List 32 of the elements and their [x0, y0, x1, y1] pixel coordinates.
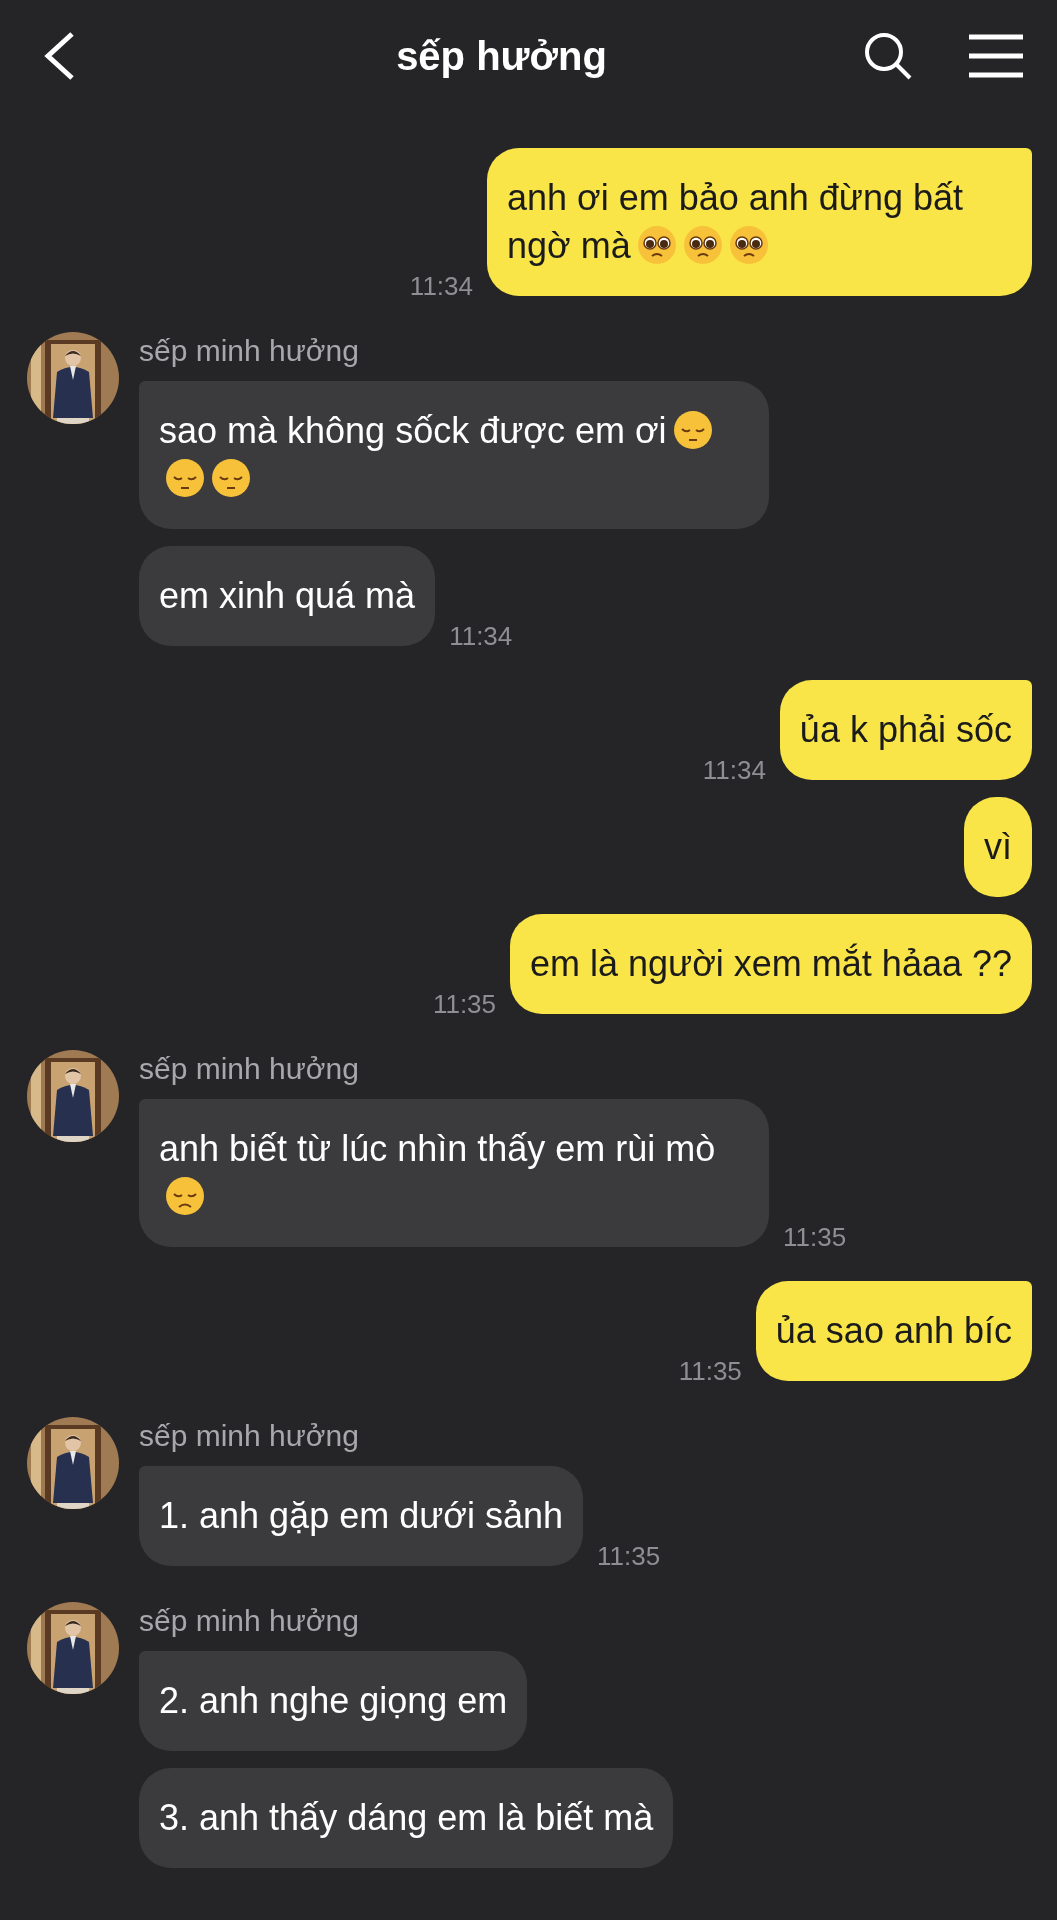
- timestamp: 11:34: [449, 621, 513, 652]
- pensive-face-icon: [672, 410, 713, 450]
- message-bubble: em là người xem mắt hảaa ??: [510, 914, 1032, 1014]
- pleading-face-icon: [728, 225, 769, 265]
- chat-title: sếp hưởng: [395, 33, 608, 79]
- message-bubble: 3. anh thấy dáng em là biết mà: [139, 1768, 674, 1868]
- timestamp: 11:35: [432, 989, 497, 1020]
- message-bubble: vì: [964, 797, 1032, 897]
- sender-name: sếp minh hưởng: [139, 1604, 359, 1638]
- message-bubble: ủa sao anh bíc: [755, 1281, 1032, 1381]
- search-icon[interactable]: [863, 31, 913, 81]
- sender-name: sếp minh hưởng: [139, 334, 359, 368]
- menu-icon[interactable]: [969, 34, 1023, 78]
- message-bubble: anh ơi em bảo anh đừng bất ngờ mà: [487, 148, 1032, 296]
- timestamp: 11:35: [678, 1356, 742, 1387]
- pensive-face-icon: [165, 458, 205, 498]
- sender-name: sếp minh hưởng: [139, 1052, 359, 1086]
- message-bubble: 2. anh nghe giọng em: [139, 1651, 528, 1751]
- pensive-face-icon: [211, 458, 251, 498]
- pleading-face-icon: [636, 225, 677, 265]
- message-bubble: anh biết từ lúc nhìn thấy em rùi mò: [139, 1099, 769, 1247]
- message-bubble: em xinh quá mà: [139, 546, 436, 646]
- sender-name: sếp minh hưởng: [139, 1419, 359, 1453]
- pleading-face-icon: [682, 225, 723, 265]
- message-bubble: ủa k phải sốc: [779, 680, 1032, 780]
- message-bubble: 1. anh gặp em dưới sảnh: [139, 1466, 583, 1566]
- timestamp: 11:34: [702, 755, 766, 786]
- message-bubble: sao mà không sốck được em ơi: [139, 381, 769, 529]
- timestamp: 11:34: [409, 271, 473, 302]
- timestamp: 11:35: [783, 1222, 847, 1253]
- sad-face-icon: [165, 1176, 205, 1216]
- timestamp: 11:35: [596, 1541, 661, 1572]
